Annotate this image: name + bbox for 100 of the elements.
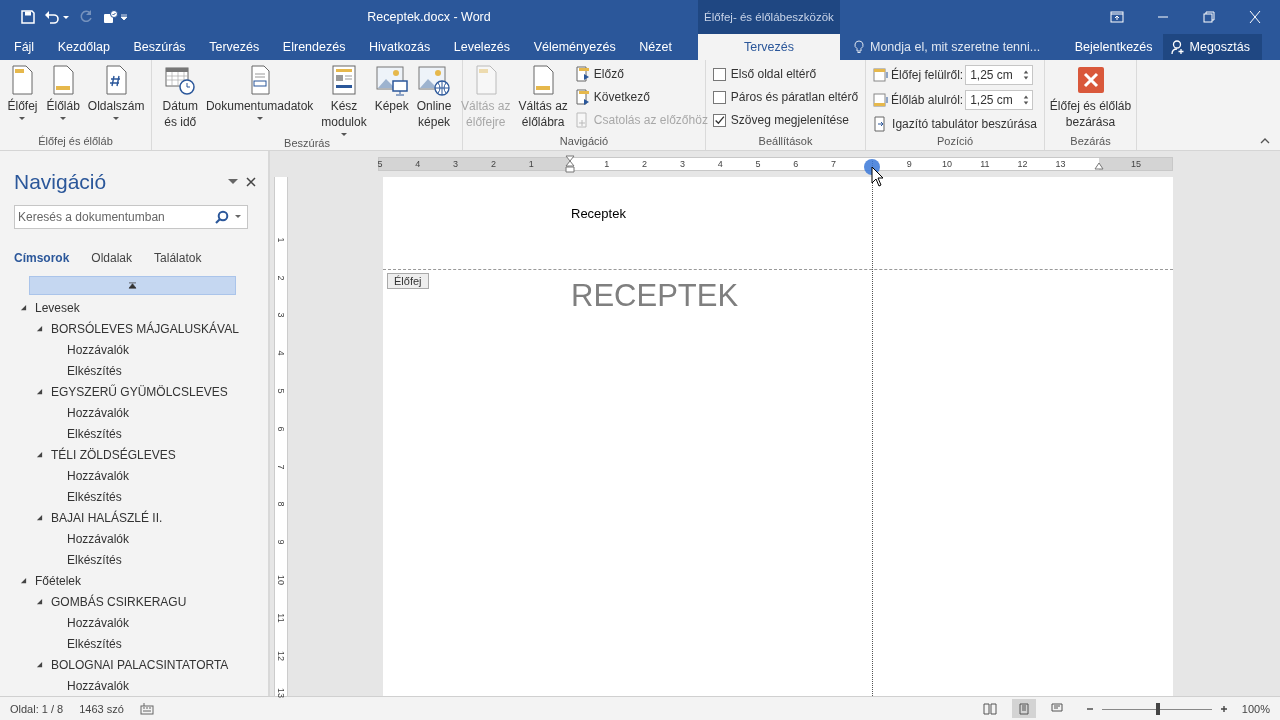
expand-triangle-icon[interactable] [36,325,43,332]
heading-item[interactable]: TÉLI ZÖLDSÉGLEVES [51,447,176,462]
heading-item[interactable]: Elkészítés [67,489,122,504]
heading-item[interactable]: Elkészítés [67,426,122,441]
spin-field[interactable]: 1,25 cm [965,65,1034,85]
word-count[interactable]: 1463 szó [79,702,124,715]
ribbon-button[interactable]: Online képek [413,64,455,137]
spin-field[interactable]: 1,25 cm [965,90,1034,110]
ruler-number: 1 [527,158,535,170]
checkbox[interactable]: Páros és páratlan eltérő [712,87,859,107]
ruler-number: 3 [452,158,460,170]
checkbox[interactable]: Első oldal eltérő [712,64,859,84]
search-icon [215,210,229,224]
share-button[interactable]: Megosztás [1162,34,1262,60]
heading-item[interactable]: BORSÓLEVES MÁJGALUSKÁVAL [51,321,239,336]
expand-triangle-icon[interactable] [36,451,43,458]
ribbon-tab[interactable]: Kezdőlap [51,34,116,60]
indent-marker-icon[interactable] [565,155,575,173]
ribbon-tab[interactable]: Beszúrás [127,34,192,60]
ribbon-button[interactable]: Élőfej és élőláb bezárása [1046,64,1135,135]
heading-item[interactable]: Főételek [35,573,82,588]
context-label: Élőfej- és élőlábeszközök [698,0,840,34]
print-layout-icon [1016,702,1031,715]
zoom-level[interactable]: 100% [1241,702,1270,715]
zoom-slider[interactable] [1101,701,1212,716]
heading-item[interactable]: Hozzávalók [67,405,130,420]
tell-me-field[interactable]: Mondja el, mit szeretne tenni... [840,34,1041,60]
ribbon-tab[interactable]: Fájl [8,34,41,60]
ribbon-display-icon[interactable] [1110,11,1124,23]
expand-triangle-icon[interactable] [36,661,43,668]
ribbon-button[interactable]: Oldalszám [84,64,148,135]
heading-item[interactable]: Hozzávalók [67,468,130,483]
ribbon-tab[interactable]: Nézet [633,34,678,60]
dropdown-icon[interactable] [228,179,238,185]
group-label: Bezárás [1069,135,1112,149]
ruler-number: 5 [276,387,286,396]
touch-mode-icon[interactable] [102,9,118,25]
ribbon-button[interactable]: Előző [574,64,708,84]
ribbon-tab[interactable]: Levelezés [447,34,517,60]
group-label: Pozíció [935,135,975,149]
close-icon[interactable] [246,177,256,187]
heading-item[interactable]: BAJAI HALÁSZLÉ II. [51,510,163,525]
zoom-in-button[interactable] [1219,704,1228,713]
ruler-number: 3 [678,158,686,170]
ribbon-button[interactable]: Következő [574,87,708,107]
ribbon-button[interactable]: Képek [371,64,412,137]
heading-item[interactable]: Hozzávalók [67,678,130,693]
checkbox[interactable]: Szöveg megjelenítése [712,110,859,130]
ribbon-button[interactable]: Váltás az élőlábra [515,64,571,135]
heading-item[interactable]: Hozzávalók [67,531,130,546]
ruler-number: 9 [905,158,913,170]
ribbon-tab[interactable]: Elrendezés [276,34,352,60]
heading-item[interactable]: Elkészítés [67,552,122,567]
expand-triangle-icon[interactable] [36,598,43,605]
ribbon-button[interactable]: Dokumentumadatok [202,64,317,137]
expand-triangle-icon[interactable] [36,514,43,521]
ribbon-button[interactable]: Kész modulok [318,64,370,137]
caret-icon[interactable] [62,13,70,21]
pane-tab[interactable]: Oldalak [91,246,155,270]
heading-item[interactable]: Hozzávalók [67,342,130,357]
ribbon-button[interactable]: Élőláb [43,64,83,135]
expand-triangle-icon[interactable] [20,304,27,311]
heading-item[interactable]: GOMBÁS CSIRKERAGU [51,594,187,609]
heading-item[interactable]: Hozzávalók [67,615,130,630]
window-title: Receptek.docx - Word [367,10,491,24]
spin-arrows-icon[interactable] [1023,93,1030,107]
heading-item[interactable]: BOLOGNAI PALACSINTATORTA [51,657,229,672]
right-indent-marker-icon[interactable] [1094,162,1104,170]
next-icon [574,89,591,105]
ribbon-button[interactable]: Igazító tabulátor beszúrása [873,114,1037,134]
view-button[interactable] [1011,699,1036,718]
heading-item[interactable]: Elkészítés [67,636,122,651]
ribbon-tab[interactable]: Hivatkozás [363,34,437,60]
heading-item[interactable]: Elkészítés [67,363,122,378]
restore-icon[interactable] [1202,11,1216,23]
collapse-ribbon-icon[interactable] [1260,138,1270,144]
page-count[interactable]: Oldal: 1 / 8 [10,702,64,715]
spin-arrows-icon[interactable] [1023,68,1030,82]
undo-icon[interactable] [44,9,60,25]
ribbon-button[interactable]: Dátum és idő [159,64,201,137]
ribbon-tab[interactable]: Véleményezés [527,34,622,60]
ruler-number: 7 [830,158,838,170]
heading-item[interactable]: EGYSZERŰ GYÜMÖLCSLEVES [51,384,228,399]
macro-icon[interactable] [139,702,154,715]
header-text: Receptek [571,206,626,221]
caret-icon[interactable] [235,215,241,219]
pane-tab[interactable]: Találatok [154,246,224,270]
ribbon-tab[interactable]: Tervezés [203,34,266,60]
sign-in-link[interactable]: Bejelentkezés [1064,34,1163,60]
save-icon[interactable] [20,9,36,25]
ribbon-button[interactable]: Élőfej [3,64,42,135]
search-field[interactable]: Keresés a dokumentumban [14,205,248,229]
pane-tab[interactable]: Címsorok [14,246,92,270]
customize-icon[interactable] [120,13,128,21]
heading-item[interactable]: Levesek [35,300,80,315]
expand-triangle-icon[interactable] [20,577,27,584]
prev-icon [574,66,591,82]
ruler-number: 11 [979,158,991,170]
expand-triangle-icon[interactable] [36,388,43,395]
ribbon-tab[interactable]: Tervezés [698,34,840,60]
